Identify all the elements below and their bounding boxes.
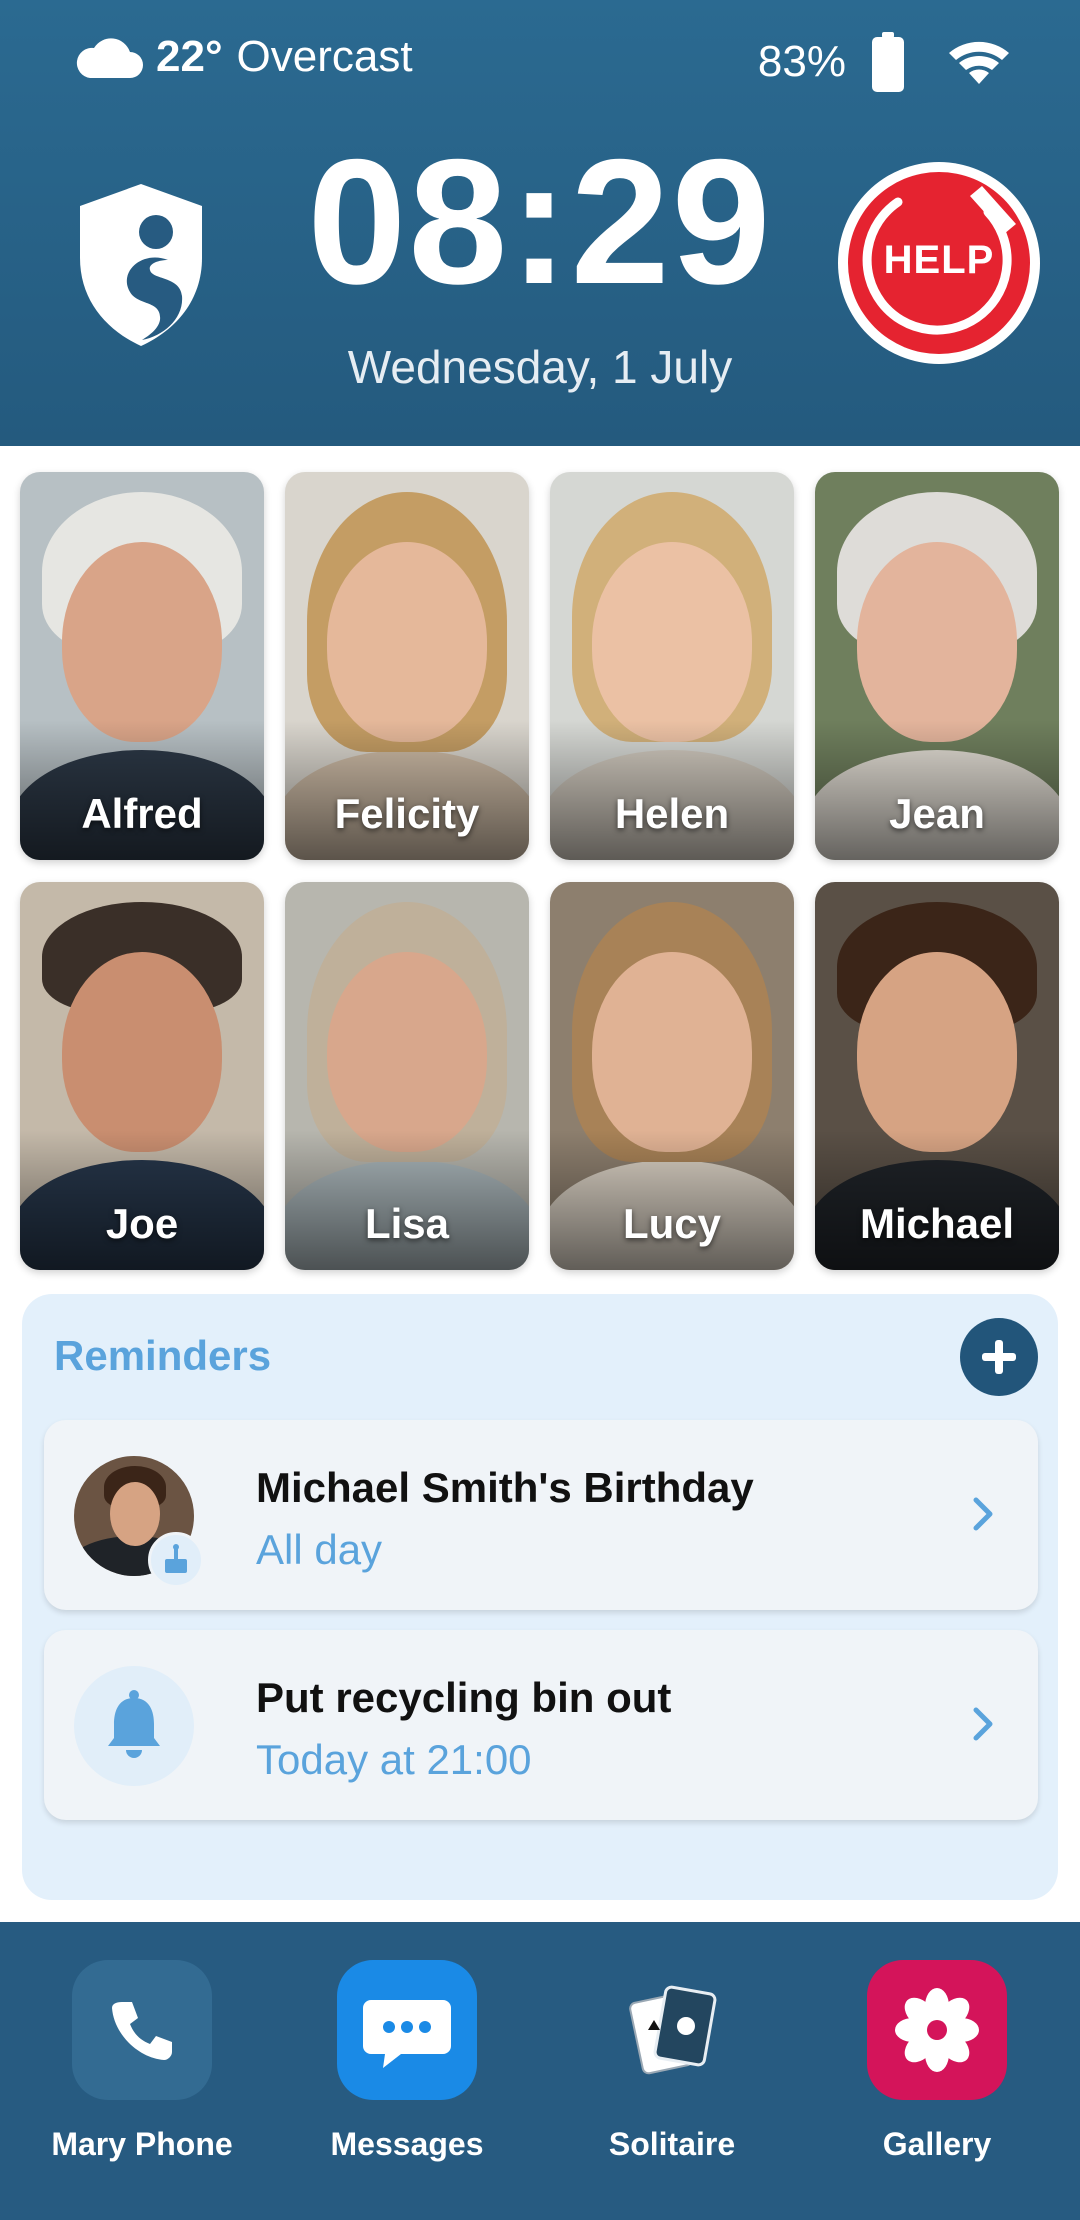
contact-card-helen[interactable]: Helen: [550, 472, 794, 860]
wifi-icon: [949, 41, 1009, 84]
gallery-app-tile: [867, 1960, 1007, 2100]
messages-app-tile: [337, 1960, 477, 2100]
bell-icon: [108, 1690, 160, 1758]
bell-badge: [74, 1666, 194, 1786]
reminder-subtitle: Today at 21:00: [256, 1736, 532, 1783]
dock-app-messages[interactable]: Messages: [307, 1960, 507, 2163]
reminder-title: Put recycling bin out: [256, 1674, 672, 1721]
reminder-subtitle: All day: [256, 1526, 383, 1573]
contact-name: Michael: [859, 1200, 1015, 1247]
top-header: 22° Overcast 83% 08:29 Wednesday, 1 July: [0, 0, 1080, 446]
chevron-right-icon: [973, 1707, 993, 1741]
contact-card-felicity[interactable]: Felicity: [285, 472, 529, 860]
dock-app-label: Gallery: [882, 2126, 992, 2162]
flower-icon: [895, 1988, 979, 2072]
contact-name: Helen: [614, 790, 730, 837]
chevron-right-icon: [973, 1497, 993, 1531]
weather-condition: Overcast: [236, 32, 413, 81]
birthday-badge: [148, 1532, 204, 1588]
reminder-title: Michael Smith's Birthday: [256, 1464, 754, 1511]
contact-card-lucy[interactable]: Lucy: [550, 882, 794, 1270]
dock-app-gallery[interactable]: Gallery: [837, 1960, 1037, 2163]
contact-name: Joe: [105, 1200, 179, 1247]
contact-card-michael[interactable]: Michael: [815, 882, 1059, 1270]
dock-app-label: Messages: [330, 2126, 484, 2162]
reminder-item-recycling[interactable]: Put recycling bin out Today at 21:00: [44, 1630, 1038, 1820]
app-dock: Mary Phone Messages Solitaire Gallery: [0, 1922, 1080, 2220]
chat-icon: [363, 2000, 451, 2068]
contact-name: Lucy: [622, 1200, 722, 1247]
system-indicators: 83%: [758, 32, 1012, 92]
phone-icon: [112, 2002, 172, 2060]
add-reminder-button[interactable]: [960, 1318, 1038, 1396]
phone-app-tile: [72, 1960, 212, 2100]
reminders-title: Reminders: [54, 1332, 272, 1379]
cards-icon: [629, 1985, 717, 2075]
cloud-icon: [76, 38, 143, 78]
dock-app-phone[interactable]: Mary Phone: [42, 1960, 242, 2163]
contact-name: Lisa: [364, 1200, 450, 1247]
help-label: HELP: [883, 238, 995, 282]
birthday-cake-icon: [165, 1544, 187, 1573]
contact-card-lisa[interactable]: Lisa: [285, 882, 529, 1270]
weather-widget[interactable]: 22° Overcast: [72, 32, 413, 82]
dock-app-solitaire[interactable]: Solitaire: [572, 1960, 772, 2163]
status-bar: 22° Overcast 83%: [0, 26, 1080, 96]
plus-icon: [982, 1340, 1016, 1374]
battery-icon: [872, 32, 904, 92]
temperature: 22°: [156, 32, 223, 81]
help-button[interactable]: HELP: [838, 162, 1040, 364]
contact-name: Felicity: [334, 790, 480, 837]
battery-percentage: 83%: [757, 37, 846, 86]
reminders-panel: Reminders Michael Smith's Birthday All d…: [22, 1294, 1058, 1900]
dock-app-label: Solitaire: [608, 2126, 736, 2162]
contact-card-joe[interactable]: Joe: [20, 882, 264, 1270]
contact-name: Alfred: [81, 790, 203, 837]
contact-card-jean[interactable]: Jean: [815, 472, 1059, 860]
reminder-item-birthday[interactable]: Michael Smith's Birthday All day: [44, 1420, 1038, 1610]
contact-name: Jean: [889, 790, 985, 837]
contact-card-alfred[interactable]: Alfred: [20, 472, 264, 860]
dock-app-label: Mary Phone: [51, 2126, 233, 2162]
solitaire-app-tile: [602, 1960, 742, 2100]
